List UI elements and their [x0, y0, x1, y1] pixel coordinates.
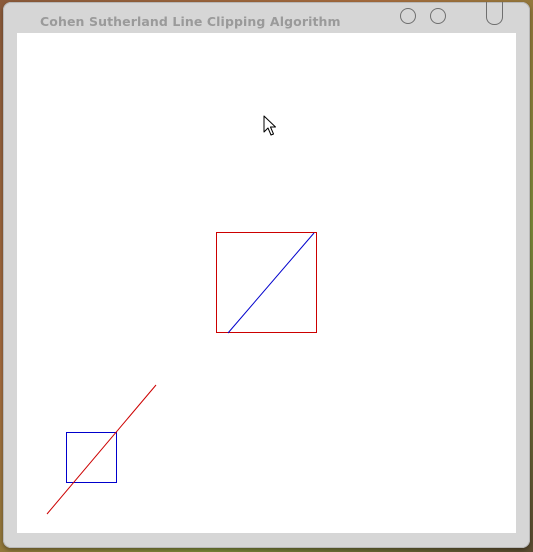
drawing-canvas[interactable] [17, 33, 516, 533]
window-title: Cohen Sutherland Line Clipping Algorithm [40, 14, 341, 29]
close-button[interactable] [486, 2, 503, 25]
app-window: Cohen Sutherland Line Clipping Algorithm [3, 2, 530, 548]
mouse-pointer-icon [263, 115, 276, 136]
minimize-button[interactable] [400, 8, 416, 24]
maximize-button[interactable] [430, 8, 446, 24]
title-bar[interactable]: Cohen Sutherland Line Clipping Algorithm [3, 2, 530, 34]
original-line [46, 384, 157, 515]
canvas-svg [46, 115, 317, 515]
clipped-line [227, 232, 315, 334]
